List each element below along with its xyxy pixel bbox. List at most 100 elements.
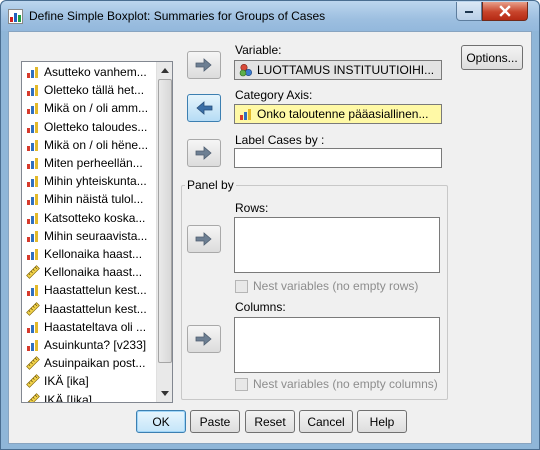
source-list-item[interactable]: Oletteko tällä het...: [26, 81, 156, 99]
source-list-item[interactable]: Mikä on / oli hëne...: [26, 136, 156, 154]
panel-by-title: Panel by: [185, 178, 236, 192]
variable-field[interactable]: LUOTTAMUS INSTITUUTIOIHI...: [234, 60, 442, 80]
close-button[interactable]: [482, 2, 528, 21]
close-icon: [499, 5, 511, 17]
scale-bar-icon: [27, 285, 38, 297]
scale-bar-icon: [27, 176, 38, 188]
source-list-item[interactable]: Mikä on / oli amm...: [26, 99, 156, 117]
scale-bar-icon: [27, 121, 38, 133]
nest-columns-label: Nest variables (no empty columns): [253, 377, 438, 391]
source-list-item-label: IKÄ [Iika]: [44, 392, 93, 403]
rows-list[interactable]: [234, 217, 440, 273]
move-to-label-cases-button[interactable]: [187, 139, 221, 167]
source-list-item-label: Haastateltava oli ...: [44, 319, 147, 334]
source-list-item-label: Asuinkunta? [v233]: [44, 338, 147, 352]
scale-bar-icon: [27, 321, 38, 333]
source-list-item-label: Oletteko tällä het...: [44, 83, 145, 98]
source-variable-list[interactable]: Asutteko vanhem... Oletteko tällä het... M…: [21, 61, 173, 403]
ruler-icon: [26, 265, 40, 280]
scale-bar-icon: [27, 139, 38, 151]
ruler-icon: [26, 356, 40, 371]
scale-bar-icon: [27, 158, 38, 169]
source-list-item[interactable]: Miten perheellän...: [26, 154, 156, 172]
options-button[interactable]: Options...: [461, 45, 523, 70]
nominal-circles-icon: [239, 63, 253, 77]
paste-button-label: Paste: [199, 414, 231, 429]
scale-bar-icon: [27, 230, 38, 242]
spss-app-icon: [8, 9, 23, 24]
reset-button[interactable]: Reset: [245, 410, 295, 433]
source-list-item-label: Oletteko taloudes...: [44, 119, 148, 134]
options-button-label: Options...: [466, 50, 518, 65]
source-list-item-label: Asutteko vanhem...: [44, 65, 147, 79]
columns-label: Columns:: [235, 300, 286, 314]
source-list-item-label: Mikä on / oli amm...: [44, 101, 149, 116]
source-list-item[interactable]: IKÄ [Iika]: [26, 391, 156, 403]
ruler-icon: [26, 392, 40, 402]
minimize-button[interactable]: [456, 2, 482, 21]
window-title: Define Simple Boxplot: Summaries for Gro…: [29, 9, 326, 23]
source-list-item-label: IKÄ [ika]: [44, 374, 89, 389]
source-list-item[interactable]: Mihin yhteiskunta...: [26, 172, 156, 190]
paste-button[interactable]: Paste: [190, 410, 240, 433]
source-list-item-label: Asuinpaikan post...: [44, 356, 146, 371]
nest-rows-checkbox[interactable]: [235, 280, 248, 293]
source-list-item[interactable]: Haastattelun kest...: [26, 300, 156, 318]
nest-rows-label: Nest variables (no empty rows): [253, 279, 419, 293]
source-list-item-label: Katsotteko koska...: [44, 210, 146, 225]
chevron-up-icon: [161, 68, 169, 73]
source-list-item[interactable]: Kellonaika haast...: [26, 263, 156, 281]
source-list-item-label: Mihin näistä tulol...: [44, 192, 144, 207]
label-cases-field[interactable]: [234, 148, 442, 168]
source-list-item-label: Haastattelun kest...: [44, 283, 147, 298]
source-list-item[interactable]: Katsotteko koska...: [26, 209, 156, 227]
source-list-item-label: Haastattelun kest...: [44, 301, 147, 316]
scale-bar-icon: [27, 212, 38, 224]
source-list-item[interactable]: Asuinkunta? [v233]: [26, 336, 156, 354]
label-cases-label: Label Cases by :: [235, 133, 325, 147]
scrollbar-thumb[interactable]: [158, 79, 172, 363]
source-list-item-label: Mihin seuraavista...: [44, 228, 148, 243]
source-list-item[interactable]: Asutteko vanhem...: [26, 63, 156, 81]
category-axis-value: Onko taloutenne pääasiallinen...: [257, 107, 429, 121]
help-button[interactable]: Help: [357, 410, 407, 433]
left-arrow-icon: [196, 101, 213, 115]
source-list-item-label: Mikä on / oli hëne...: [44, 137, 149, 152]
title-bar[interactable]: Define Simple Boxplot: Summaries for Gro…: [1, 1, 539, 31]
scale-bar-icon: [27, 194, 38, 206]
vertical-scrollbar[interactable]: [156, 62, 172, 402]
source-list-item[interactable]: IKÄ [ika]: [26, 372, 156, 390]
nest-columns-checkbox[interactable]: [235, 378, 248, 391]
ruler-icon: [26, 301, 40, 316]
rows-label: Rows:: [235, 201, 269, 215]
ok-button-label: OK: [152, 414, 170, 429]
right-arrow-icon: [195, 58, 212, 72]
help-button-label: Help: [369, 414, 395, 429]
scale-bar-icon: [240, 109, 251, 120]
scroll-up-button[interactable]: [158, 63, 172, 78]
category-axis-field[interactable]: Onko taloutenne pääasiallinen...: [234, 104, 442, 124]
scroll-down-button[interactable]: [158, 386, 172, 401]
right-arrow-icon: [195, 146, 212, 160]
source-list-item[interactable]: Asuinpaikan post...: [26, 354, 156, 372]
source-list-item-label: Kellonaika haast...: [44, 265, 143, 280]
source-list-item-label: Miten perheellän...: [44, 156, 143, 170]
columns-list[interactable]: [234, 317, 440, 373]
variable-label: Variable:: [235, 43, 282, 57]
ok-button[interactable]: OK: [136, 410, 186, 433]
scale-bar-icon: [27, 249, 38, 260]
source-list-item[interactable]: Kellonaika haast...: [26, 245, 156, 263]
source-list-item[interactable]: Haastattelun kest...: [26, 281, 156, 299]
source-list-item[interactable]: Mihin näistä tulol...: [26, 190, 156, 208]
source-list-item-label: Kellonaika haast...: [44, 247, 143, 261]
source-list-item[interactable]: Oletteko taloudes...: [26, 118, 156, 136]
scale-bar-icon: [27, 340, 38, 351]
source-list-item[interactable]: Mihin seuraavista...: [26, 227, 156, 245]
move-to-category-axis-button[interactable]: [187, 94, 221, 122]
variable-value: LUOTTAMUS INSTITUUTIOIHI...: [257, 63, 435, 77]
scale-bar-icon: [27, 85, 38, 97]
reset-button-label: Reset: [254, 414, 286, 429]
source-list-item[interactable]: Haastateltava oli ...: [26, 318, 156, 336]
cancel-button[interactable]: Cancel: [299, 410, 353, 433]
move-to-variable-button[interactable]: [187, 51, 221, 79]
